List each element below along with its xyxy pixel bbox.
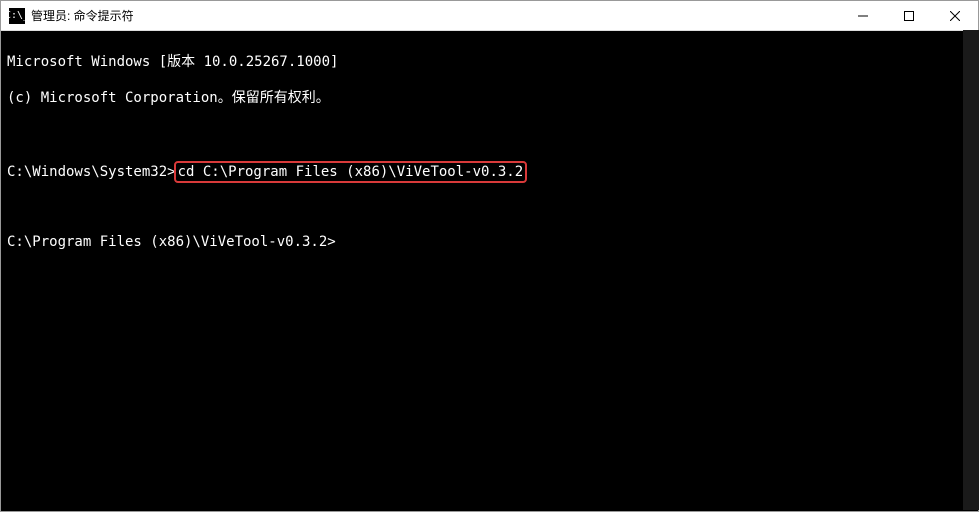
highlighted-command: cd C:\Program Files (x86)\ViVeTool-v0.3.… [174,161,528,183]
terminal-line: (c) Microsoft Corporation。保留所有权利。 [7,89,972,107]
terminal-area[interactable]: Microsoft Windows [版本 10.0.25267.1000] (… [1,31,978,511]
terminal-line [7,197,972,215]
terminal-line: C:\Program Files (x86)\ViVeTool-v0.3.2> [7,233,972,251]
terminal-line: C:\Windows\System32>cd C:\Program Files … [7,161,972,179]
scrollbar-thumb[interactable] [963,30,979,510]
window-title: 管理员: 命令提示符 [31,7,134,24]
titlebar: C:\_ 管理员: 命令提示符 [1,1,978,31]
prompt: C:\Program Files (x86)\ViVeTool-v0.3.2> [7,234,336,250]
terminal-line [7,125,972,143]
close-button[interactable] [932,1,978,31]
minimize-button[interactable] [840,1,886,31]
prompt: C:\Windows\System32> [7,164,176,180]
cmd-icon: C:\_ [9,8,25,24]
titlebar-left: C:\_ 管理员: 命令提示符 [1,7,134,24]
terminal-line: Microsoft Windows [版本 10.0.25267.1000] [7,53,972,71]
maximize-button[interactable] [886,1,932,31]
scrollbar[interactable] [963,30,979,510]
window-controls [840,1,978,30]
